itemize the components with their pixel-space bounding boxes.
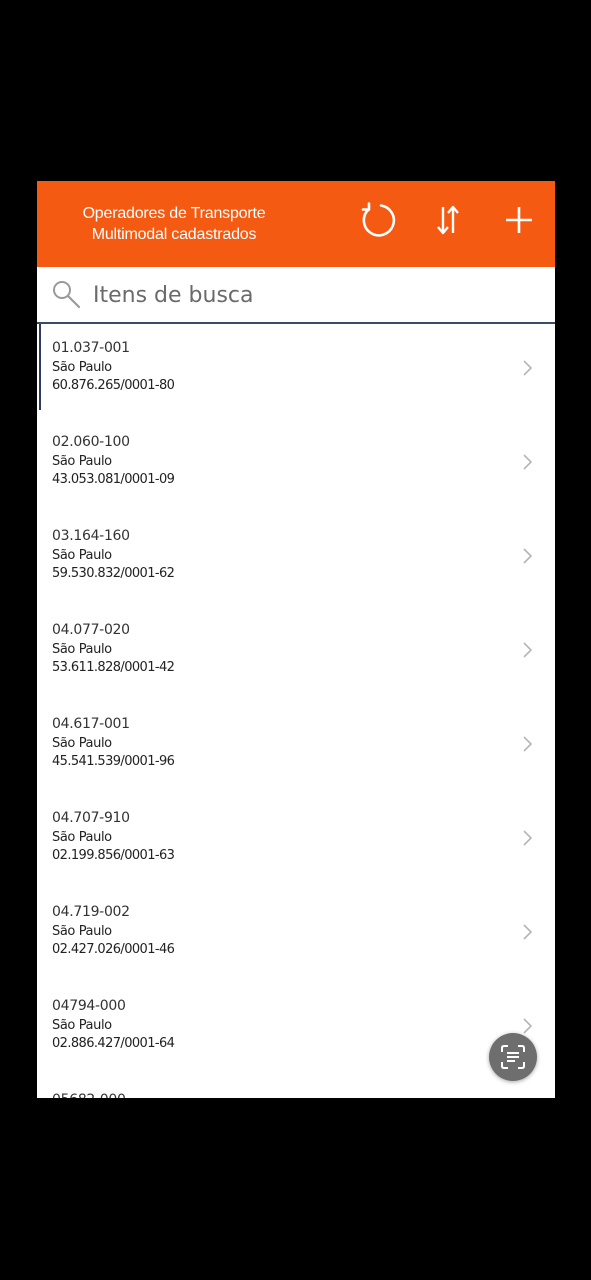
list-item[interactable]: 04.617-001 São Paulo 45.541.539/0001-96 (37, 700, 555, 794)
item-city: São Paulo (52, 924, 112, 939)
item-city: São Paulo (52, 642, 112, 657)
item-postal-code: 04.077-020 (52, 622, 130, 638)
item-city: São Paulo (52, 360, 112, 375)
refresh-icon (361, 202, 396, 237)
item-city: São Paulo (52, 1018, 112, 1033)
search-bar (37, 267, 555, 324)
item-postal-code: 03.164-160 (52, 528, 130, 544)
app-header: Operadores de Transporte Multimodal cada… (37, 181, 555, 267)
chevron-right-icon (523, 830, 533, 846)
item-postal-code: 05682-000 (52, 1092, 126, 1098)
item-postal-code: 04794-000 (52, 998, 126, 1014)
sort-icon (437, 205, 459, 235)
sort-button[interactable] (423, 195, 473, 245)
item-city: São Paulo (52, 830, 112, 845)
chevron-right-icon (523, 548, 533, 564)
list-item[interactable]: 04.707-910 São Paulo 02.199.856/0001-63 (37, 794, 555, 888)
add-icon (506, 207, 532, 233)
item-cnpj: 59.530.832/0001-62 (52, 566, 175, 581)
chevron-right-icon (523, 642, 533, 658)
page-title-line1: Operadores de Transporte (82, 205, 266, 222)
item-cnpj: 60.876.265/0001-80 (52, 378, 175, 393)
add-button[interactable] (494, 195, 544, 245)
list-item[interactable]: 03.164-160 São Paulo 59.530.832/0001-62 (37, 512, 555, 606)
item-postal-code: 04.617-001 (52, 716, 130, 732)
chevron-right-icon (523, 924, 533, 940)
refresh-button[interactable] (352, 195, 402, 245)
item-city: São Paulo (52, 548, 112, 563)
item-postal-code: 01.037-001 (52, 340, 130, 356)
search-input[interactable] (93, 277, 533, 313)
item-postal-code: 04.707-910 (52, 810, 130, 826)
item-cnpj: 02.886.427/0001-64 (52, 1036, 175, 1051)
list-item[interactable]: 04.719-002 São Paulo 02.427.026/0001-46 (37, 888, 555, 982)
scan-text-button[interactable] (489, 1033, 537, 1081)
item-cnpj: 53.611.828/0001-42 (52, 660, 175, 675)
chevron-right-icon (523, 360, 533, 376)
item-postal-code: 02.060-100 (52, 434, 130, 450)
list-item[interactable]: 02.060-100 São Paulo 43.053.081/0001-09 (37, 418, 555, 512)
list-item[interactable]: 05682-000 (37, 1076, 555, 1098)
list-item[interactable]: 01.037-001 São Paulo 60.876.265/0001-80 (37, 324, 555, 418)
item-city: São Paulo (52, 736, 112, 751)
item-cnpj: 43.053.081/0001-09 (52, 472, 175, 487)
item-city: São Paulo (52, 454, 112, 469)
app-screen: Operadores de Transporte Multimodal cada… (37, 181, 555, 1098)
chevron-right-icon (523, 454, 533, 470)
page-title: Operadores de Transporte Multimodal cada… (59, 203, 289, 245)
item-cnpj: 02.427.026/0001-46 (52, 942, 175, 957)
chevron-right-icon (523, 1018, 533, 1034)
search-icon (53, 281, 81, 309)
list-item[interactable]: 04794-000 São Paulo 02.886.427/0001-64 (37, 982, 555, 1076)
chevron-right-icon (523, 736, 533, 752)
item-cnpj: 02.199.856/0001-63 (52, 848, 175, 863)
operators-list: 01.037-001 São Paulo 60.876.265/0001-80 … (37, 324, 555, 1098)
item-postal-code: 04.719-002 (52, 904, 130, 920)
scan-text-icon (501, 1045, 525, 1069)
page-title-line2: Multimodal cadastrados (91, 226, 257, 243)
item-cnpj: 45.541.539/0001-96 (52, 754, 175, 769)
list-item[interactable]: 04.077-020 São Paulo 53.611.828/0001-42 (37, 606, 555, 700)
